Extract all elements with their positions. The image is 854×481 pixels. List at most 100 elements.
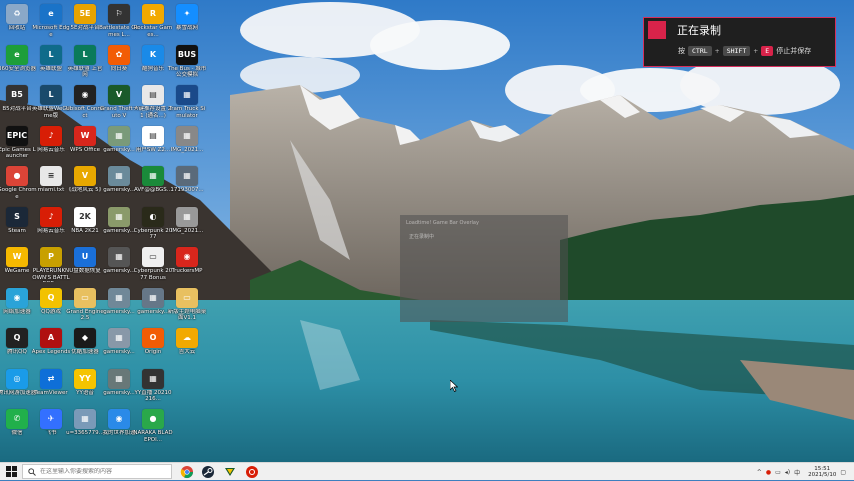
notification-icon[interactable]: ▢ (840, 469, 846, 476)
desktop-icon[interactable]: ▤ 一键推荐设置 2.1 (通名...) (133, 83, 173, 127)
desktop-icon[interactable]: B5 B5对战平台 (0, 83, 34, 127)
security-icon[interactable]: ● (766, 469, 771, 476)
pubg-icon: P (40, 247, 62, 267)
desktop-icon[interactable]: ▦ gamersky... (102, 205, 136, 249)
desktop-icon[interactable]: ▦ IMG_2021... (170, 124, 204, 168)
desktop-icon[interactable]: ◉ 我的世界加速 (102, 407, 136, 451)
desktop-icon[interactable]: ◉ 网络加速器 (0, 286, 34, 330)
netease-music-icon: ♪ (40, 206, 62, 227)
desktop-icon[interactable]: ≡ miami.txt (34, 164, 68, 208)
desktop-icon[interactable]: ◆ 优酷加速器 (68, 326, 102, 370)
taskbar-clock[interactable]: 15:51 2021/5/10 (808, 466, 836, 479)
desktop-icon[interactable]: ✆ 微信 (0, 407, 34, 451)
desktop-icon[interactable]: ⇄ TeamViewer (34, 367, 68, 411)
desktop-icon[interactable]: ◐ Cyberpunk 2077 (134, 205, 172, 249)
stop-save-label: 停止并保存 (776, 47, 812, 55)
netease-music-taskbar-icon[interactable] (245, 465, 259, 479)
steam-icon: S (6, 206, 28, 227)
yy-icon: YY (74, 368, 96, 389)
gta-taskbar-icon[interactable] (223, 465, 237, 479)
desktop-icon[interactable]: S Steam (0, 205, 34, 249)
image-file-icon: ▦ (176, 206, 198, 227)
folder-icon: ▭ (176, 287, 198, 308)
desktop-icon[interactable]: U U盘数据恢复 (68, 245, 102, 289)
desktop-icon[interactable]: ♻ 回收站 (0, 2, 34, 46)
windows-start-icon[interactable] (6, 466, 17, 477)
league-wegame-icon: L (40, 85, 62, 105)
desktop-icon[interactable]: YY YY语音 (68, 367, 102, 411)
desktop-icon[interactable]: BUS The Bus - 城市公交模拟 (168, 43, 206, 87)
desktop-icon[interactable]: A Apex Legends (32, 326, 70, 370)
desktop-icon[interactable]: ☁ 吉大云 (170, 326, 204, 370)
desktop-icon[interactable]: ◎ 腾讯网游加速器 (0, 367, 36, 411)
desktop-icon[interactable]: e Microsoft Edge (32, 2, 70, 46)
desktop-icon[interactable]: L 英雄联盟 (34, 43, 68, 87)
the-bus-icon: BUS (176, 44, 198, 65)
steam-taskbar-icon[interactable] (201, 465, 215, 479)
desktop-icon[interactable]: W WPS Office (68, 124, 102, 168)
desktop-icon[interactable]: ▦ YY直播 20210216... (135, 367, 171, 411)
desktop-icon[interactable]: Q 腾讯QQ (0, 326, 34, 370)
desktop-icon[interactable]: ◉ Ubisoft Connect (66, 83, 104, 127)
image-file-icon: ▦ (108, 166, 130, 186)
taskbar-search-box[interactable] (22, 464, 172, 479)
desktop-icon[interactable]: ▭ 新版主题电脑桌面V1.1 (168, 286, 206, 330)
network-icon[interactable]: ▭ (775, 469, 781, 476)
desktop-icon[interactable]: ▦ AVF@@BGS... (134, 164, 172, 208)
desktop-icon[interactable]: ● Google Chrome (0, 164, 37, 208)
desktop-icon[interactable]: ▦ gamersky... (102, 164, 136, 208)
desktop-icon[interactable]: ▭ Cyberpunk 2077 Bonus (134, 245, 172, 289)
chrome-taskbar-icon[interactable] (180, 465, 194, 479)
desktop-icon[interactable]: ▦ Tram Truck Simulator (169, 83, 205, 127)
desktop-icon[interactable]: V 《战地风云 5》 (66, 164, 104, 208)
desktop-icon[interactable]: ▦ gamersky... (136, 286, 170, 330)
desktop-icon[interactable]: ▦ IMG_2021... (170, 205, 204, 249)
desktop-icon[interactable]: ♪ 网易云音乐 (34, 124, 68, 168)
desktop-icon-label: IMG_2021... (170, 227, 204, 234)
desktop-icon[interactable]: Q QQ游戏 (34, 286, 68, 330)
desktop-icon[interactable]: ✈ 飞书 (34, 407, 68, 451)
taskbar: ^ ● ▭ ◂) 中 15:51 2021/5/10 ▢ (0, 462, 854, 480)
desktop-icon[interactable]: ▦ 17193007... (170, 164, 204, 208)
sunflower-icon: ✿ (108, 44, 130, 65)
desktop-icon[interactable]: EPIC Epic Games Launcher (0, 124, 36, 168)
league-site-icon: L (74, 44, 96, 65)
recording-title: 正在录制 (677, 24, 721, 37)
desktop-icon[interactable]: ◉ TruckersMP (170, 245, 204, 289)
desktop-icon[interactable]: K 酷狗音乐 (136, 43, 170, 87)
netease-music-icon: ♪ (40, 125, 62, 146)
desktop-icon[interactable]: ▦ gamersky... (102, 286, 136, 330)
desktop-icon[interactable]: ▦ gamersky... (102, 245, 136, 289)
desktop-icon[interactable]: L 英雄联盟 上官网 (68, 43, 102, 87)
desktop-icon[interactable]: ▤ 用户SW Z2... (136, 124, 170, 168)
desktop-icon[interactable]: ▦ u=3365779... (66, 407, 104, 451)
desktop-icon[interactable]: 5E 5E对战平台 (68, 2, 102, 46)
desktop-icon[interactable]: PPLAYERUNKNOWN'S BATTLEGR... (32, 245, 70, 289)
plus-sign: + (753, 47, 759, 55)
desktop-icon[interactable]: ✦ 暴雪战网 (170, 2, 204, 46)
desktop-icon[interactable]: O Origin (136, 326, 170, 370)
desktop-icon[interactable]: e 360安全浏览器 (0, 43, 36, 87)
ime-indicator[interactable]: 中 (794, 468, 800, 477)
desktop-icon[interactable]: ▦ gamersky... (102, 367, 136, 411)
nba-icon: 2K (74, 206, 96, 227)
desktop-icon[interactable]: ▭ Grand Engine 2.5 (66, 286, 104, 330)
chevron-up-icon[interactable]: ^ (757, 469, 762, 476)
desktop-icon[interactable]: R Rockstar Games... (134, 2, 172, 46)
search-input[interactable] (37, 468, 170, 475)
desktop-icon[interactable]: ⚐ Battlestate Games L... (99, 2, 139, 46)
volume-icon[interactable]: ◂) (785, 469, 790, 476)
desktop-icon[interactable]: ✿ 向日葵 (102, 43, 136, 87)
battlestate-icon: ⚐ (108, 4, 130, 24)
desktop-icon[interactable]: ▦ gamersky... (102, 326, 136, 370)
desktop-icon[interactable]: ♪ 网易云音乐 (34, 205, 68, 249)
desktop-icon[interactable]: ▦ gamersky... (102, 124, 136, 168)
desktop-icon[interactable]: V Grand Theft Auto V (100, 83, 138, 127)
desktop-icon[interactable]: ● NARAKA BLADEPOI... (133, 407, 173, 451)
translucent-overlay-window[interactable]: Loadtime! Game Bar Overlay 正在录制中 (400, 215, 568, 322)
desktop-icon[interactable]: W WeGame (0, 245, 34, 289)
desktop-icon[interactable]: L 英雄联盟WeGame版 (32, 83, 70, 127)
overlay-window-text: 正在录制中 (409, 234, 435, 240)
desktop-icon[interactable]: 2K NBA 2K21 (68, 205, 102, 249)
recording-indicator[interactable]: 正在录制 按 CTRL + SHIFT + E 停止并保存 (643, 17, 836, 67)
